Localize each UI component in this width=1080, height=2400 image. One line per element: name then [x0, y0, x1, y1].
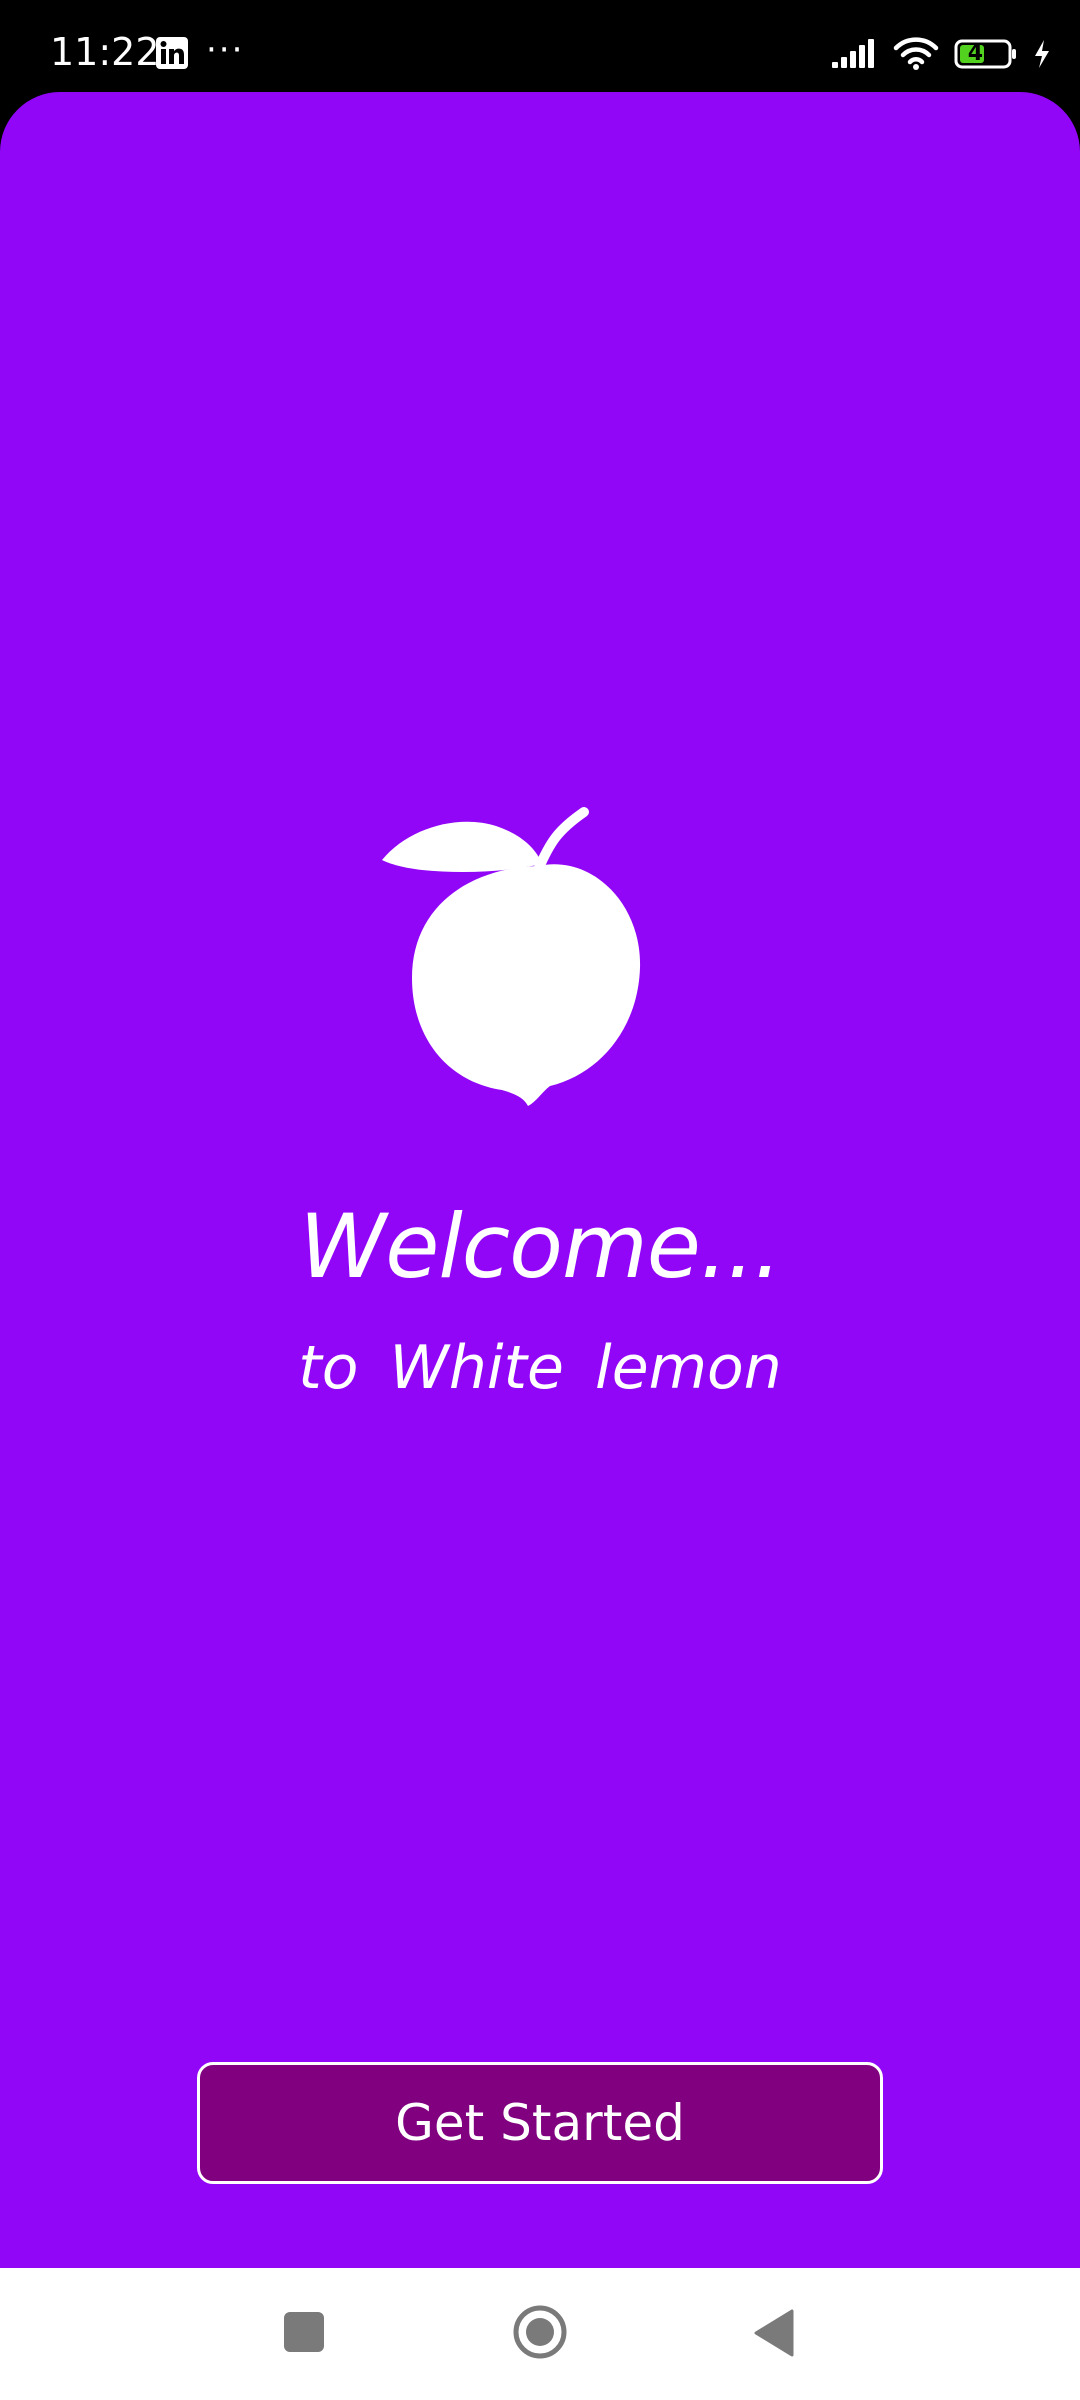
navigation-bar	[0, 2268, 1080, 2400]
status-time: 11:22	[50, 30, 160, 74]
linkedin-icon	[156, 37, 188, 69]
signal-icon	[832, 39, 874, 68]
system-status-icons: 49	[830, 32, 1052, 76]
welcome-screen: Welcome... to White lemon Get Started	[0, 92, 1080, 2268]
lemon-icon	[382, 807, 641, 1106]
battery-level: 49	[967, 41, 999, 66]
screen: 11:22 ··· 49 Welcome... to White lemon G…	[0, 0, 1080, 2400]
back-triangle-icon[interactable]	[752, 2308, 796, 2358]
status-bar: 11:22 ··· 49	[0, 0, 1080, 92]
charging-icon	[1035, 40, 1049, 68]
get-started-button[interactable]: Get Started	[197, 2062, 883, 2184]
wifi-icon	[893, 37, 939, 70]
home-circle-icon[interactable]	[512, 2304, 568, 2360]
welcome-title: Welcome...	[299, 1195, 782, 1298]
battery-icon: 49	[954, 39, 1018, 69]
recents-square-icon[interactable]	[284, 2312, 324, 2352]
welcome-subtitle: to White lemon	[298, 1333, 782, 1403]
more-dots-icon: ···	[206, 30, 245, 70]
